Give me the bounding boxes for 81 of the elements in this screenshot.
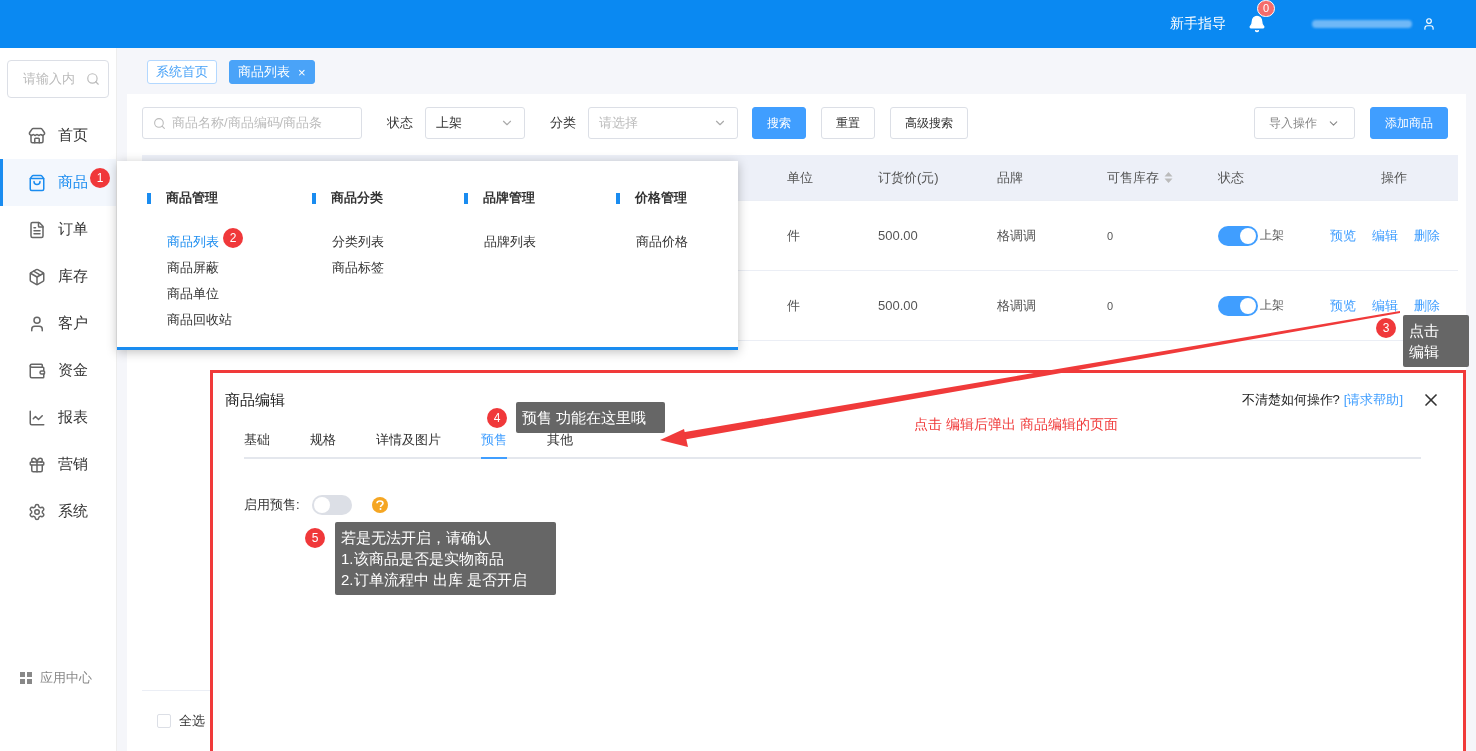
table-cell-text: 0 [1106, 299, 1114, 312]
table-cell-text: 500.00 [877, 298, 918, 313]
toggle-switch[interactable] [1218, 295, 1258, 316]
table-cell-text: 500.00 [877, 228, 918, 243]
menu-item[interactable]: 商品单位 [167, 281, 219, 307]
column-header: 订货价(元) [877, 168, 939, 187]
search-icon [86, 72, 100, 86]
select-all-label: 全选 [179, 712, 205, 730]
table-cell-text: 件 [786, 226, 800, 245]
nav-item[interactable]: 订单 [0, 206, 116, 253]
settings-icon [28, 502, 46, 521]
annotation-note: 点击 编辑后弹出 商品编辑的页面 [914, 416, 1118, 434]
grid-icon [20, 672, 32, 684]
column-header: 操作 [1380, 168, 1407, 187]
chart-icon [28, 408, 46, 427]
wallet-icon [28, 361, 46, 380]
dialog-tab[interactable]: 基础 [244, 431, 270, 459]
help-icon [371, 497, 388, 513]
status-select[interactable]: 上架 [425, 107, 525, 139]
menu-heading: 品牌管理 [483, 189, 535, 207]
menu-item[interactable]: 品牌列表 [484, 229, 536, 255]
dialog-tab[interactable]: 规格 [310, 431, 336, 459]
table-cell-text: 格调调 [996, 226, 1036, 245]
menu-item[interactable]: 商品标签 [332, 255, 384, 281]
menu-heading: 商品分类 [331, 189, 383, 207]
nav-item[interactable]: 客户 [0, 300, 116, 347]
box-icon [28, 267, 46, 286]
status-text: 上架 [1260, 297, 1284, 314]
table-cell-text: 件 [786, 296, 800, 315]
menu-item[interactable]: 商品回收站 [167, 307, 232, 333]
shopping-bag-icon [28, 173, 46, 192]
table-cell-text: 格调调 [996, 296, 1036, 315]
sort-icon [1164, 171, 1173, 184]
field-label: 状态 [387, 114, 413, 132]
nav-item[interactable]: 资金 [0, 347, 116, 394]
column-header: 状态 [1217, 168, 1244, 187]
menu-item[interactable]: 商品屏蔽 [167, 255, 219, 281]
menu-item[interactable]: 分类列表 [332, 229, 384, 255]
gift-icon [28, 455, 46, 474]
heading-marker [147, 192, 151, 204]
field-label: 分类 [550, 114, 576, 132]
help-text: 不清楚如何操作? [1241, 391, 1340, 409]
import-dropdown[interactable]: 导入操作 [1254, 107, 1355, 139]
table-cell-text: 0 [1106, 229, 1114, 242]
menu-heading: 价格管理 [635, 189, 687, 207]
dialog-title: 商品编辑 [225, 390, 285, 410]
nav-item[interactable]: 营销 [0, 441, 116, 488]
heading-marker [464, 192, 468, 204]
user-icon [28, 314, 46, 333]
checkbox[interactable] [157, 714, 171, 728]
menu-item[interactable]: 商品列表 [167, 229, 219, 255]
nav-item[interactable]: 报表 [0, 394, 116, 441]
nav-item[interactable]: 首页 [0, 112, 116, 159]
column-header: 可售库存 [1095, 168, 1173, 187]
status-text: 上架 [1260, 227, 1284, 244]
column-header: 单位 [786, 168, 813, 187]
callout-tooltip: 若是无法开启，请确认 1.该商品是否是实物商品 2.订单流程中 出库 是否开启 [335, 522, 556, 595]
field-label: 启用预售: [244, 496, 300, 514]
filter-button[interactable]: 高级搜索 [890, 107, 968, 139]
menu-item[interactable]: 商品价格 [636, 229, 688, 255]
filter-button[interactable]: 重置 [821, 107, 875, 139]
nav-item[interactable]: 库存 [0, 253, 116, 300]
toggle-switch[interactable] [1218, 225, 1258, 246]
callout-tooltip: 点击编辑 [1403, 315, 1469, 367]
document-icon [28, 220, 46, 239]
toggle-switch[interactable] [311, 495, 352, 515]
dialog-tab[interactable]: 其他 [547, 431, 573, 459]
callout-tooltip: 预售 功能在这里哦 [516, 402, 665, 433]
dialog-tab[interactable]: 详情及图片 [376, 431, 441, 459]
user-icon[interactable] [1422, 17, 1436, 31]
nav-item[interactable]: 系统 [0, 488, 116, 535]
heading-marker [312, 192, 316, 204]
store-icon [28, 126, 46, 145]
heading-marker [616, 192, 620, 204]
search-icon [153, 116, 166, 130]
app-center-link[interactable]: 应用中心 [40, 669, 92, 687]
menu-heading: 商品管理 [166, 189, 218, 207]
bell-icon[interactable] [1248, 15, 1266, 33]
column-header: 品牌 [996, 168, 1023, 187]
guide-link[interactable]: 新手指导 [1170, 15, 1226, 33]
notification-badge: 0 [1257, 0, 1276, 17]
